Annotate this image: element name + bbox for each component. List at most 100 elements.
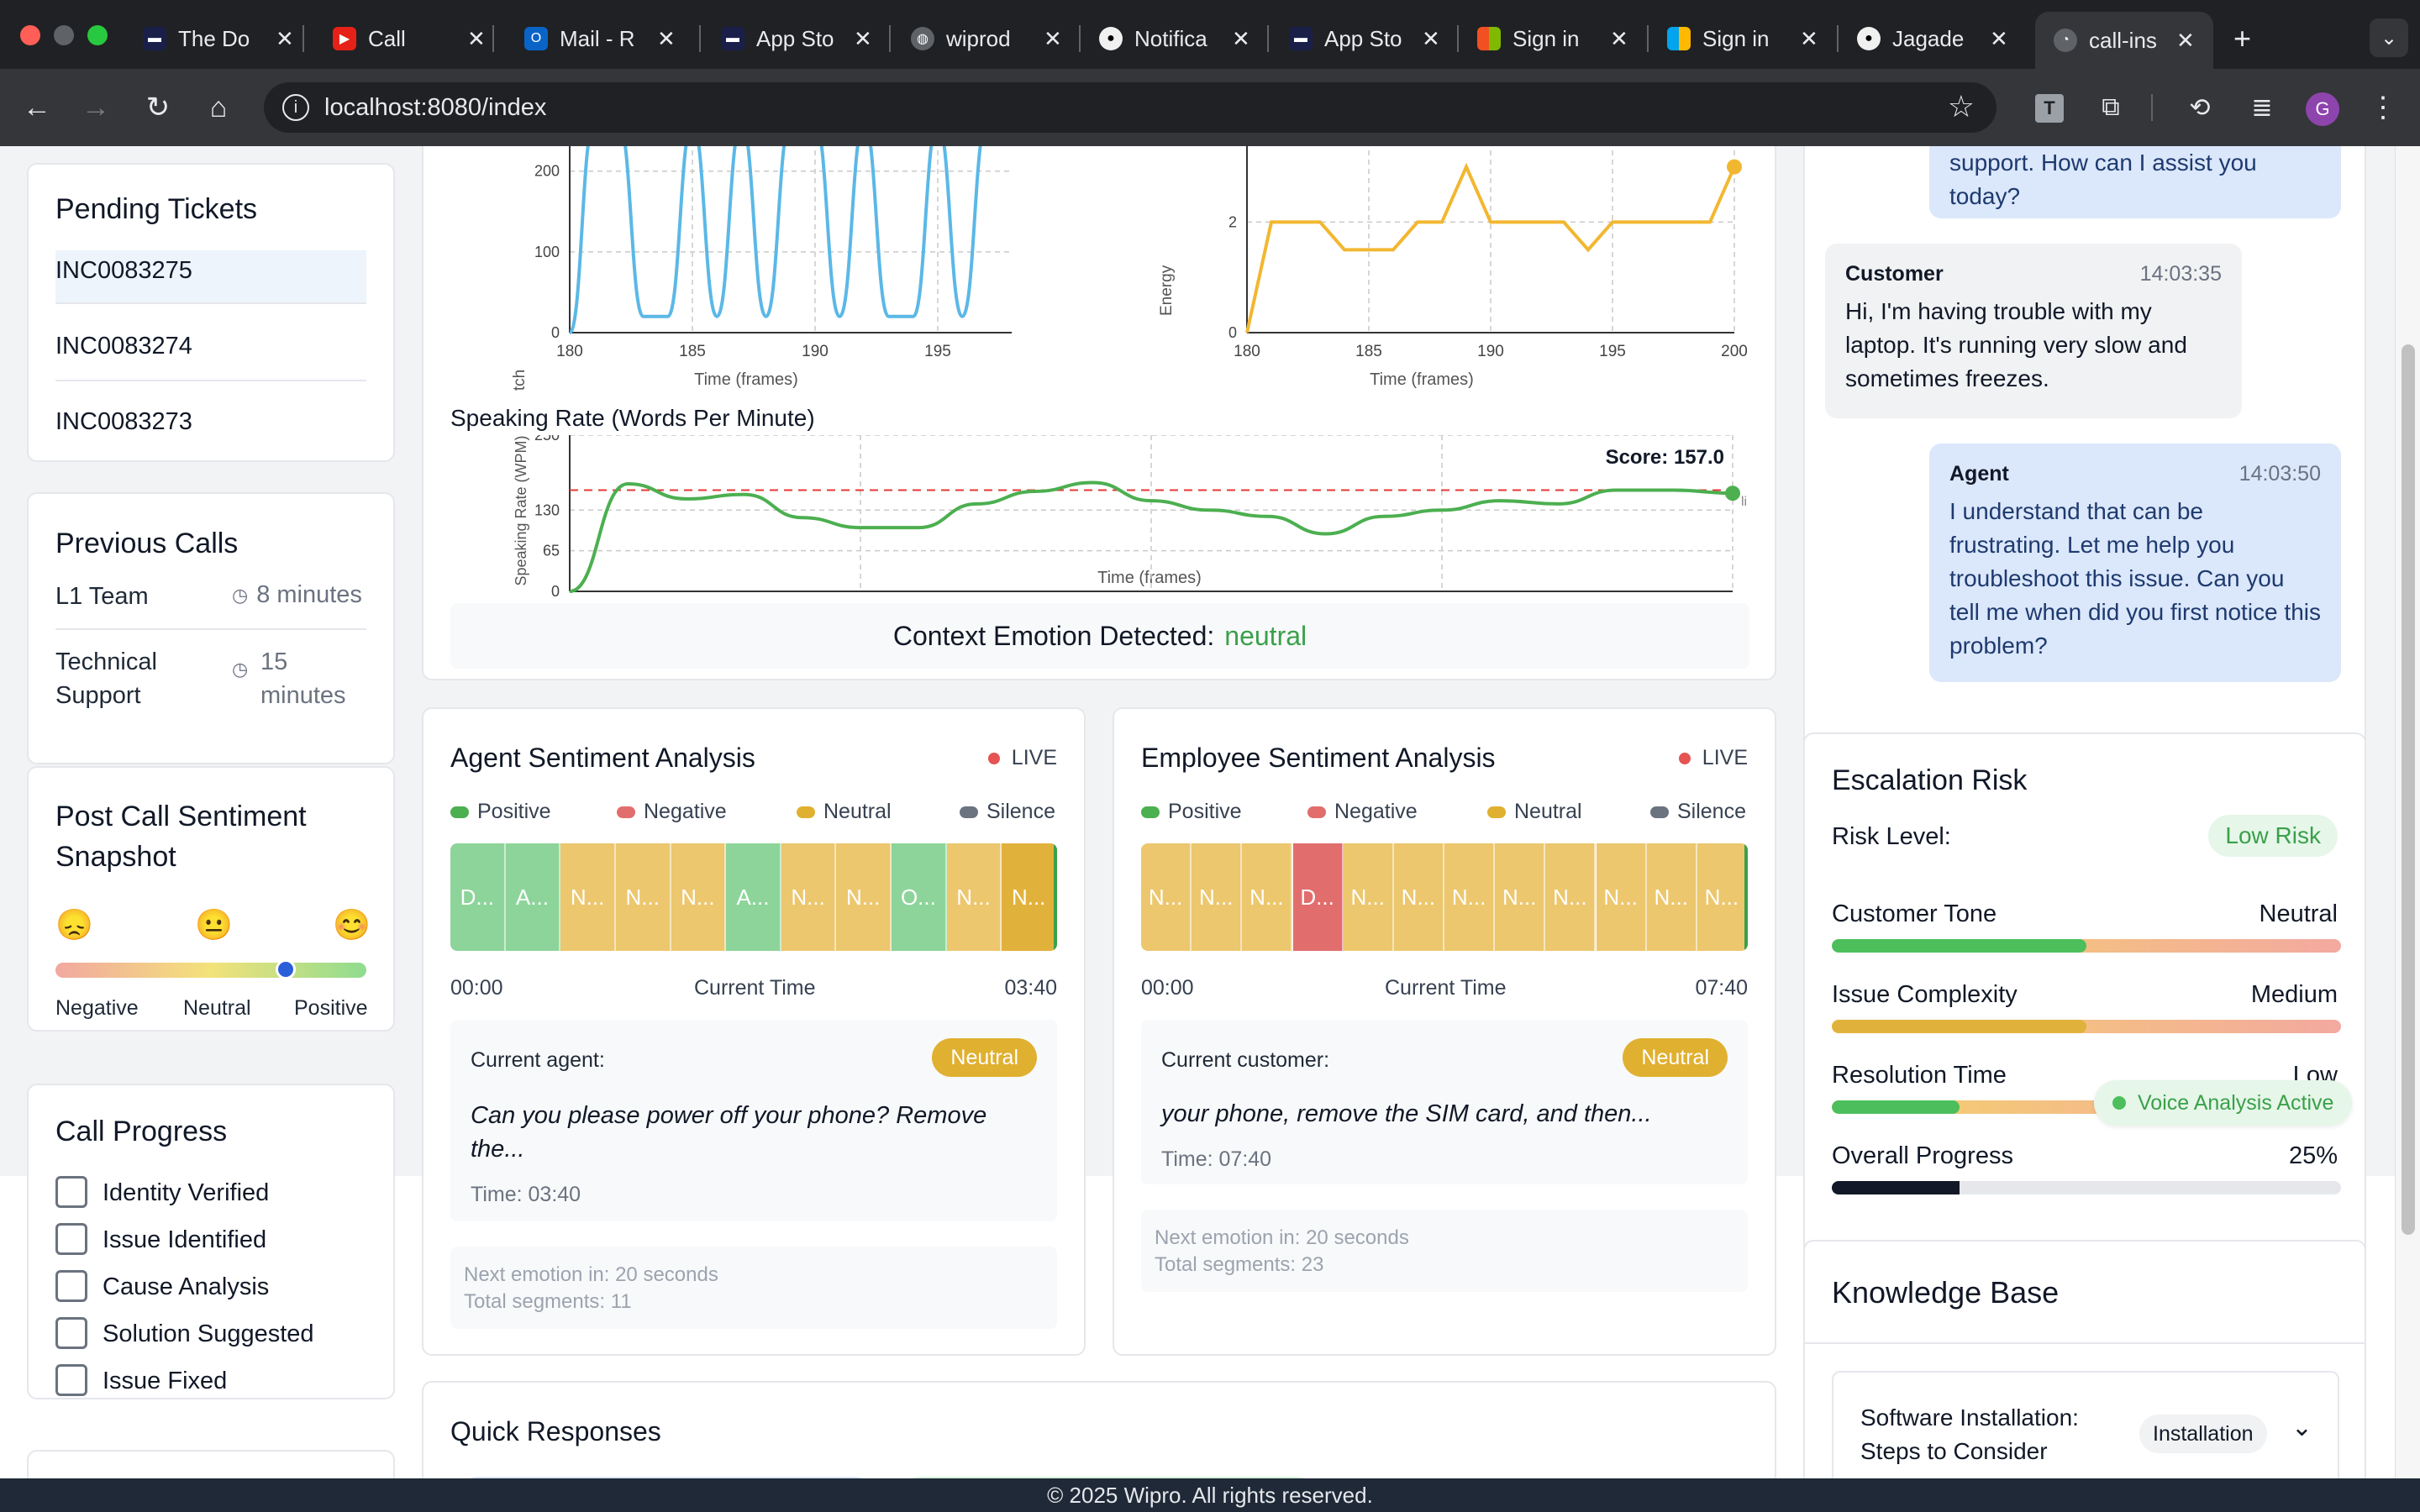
sentiment-legend: Positive Negative Neutral Silence [450, 800, 1055, 825]
timeline-segment[interactable]: N... [1343, 843, 1394, 951]
home-icon[interactable]: ⌂ [198, 87, 239, 128]
current-customer-time: Time: 07:40 [1161, 1147, 1272, 1171]
timeline-segment[interactable]: N... [1697, 843, 1748, 951]
ticket-item[interactable]: INC0083273 [55, 408, 366, 436]
agent-next-emotion-box: Next emotion in: 20 seconds Total segmen… [450, 1247, 1057, 1329]
employee-sentiment-timeline[interactable]: N... N... N... D... N... N... N... N... N... N...… [1141, 843, 1748, 951]
browser-tab[interactable]: O Mail - R ✕ [524, 12, 676, 66]
close-tab-icon[interactable]: ✕ [1422, 26, 1440, 52]
knowledge-base-card: Knowledge Base Software Installation: Ste… [1803, 1240, 2366, 1478]
timeline-segment[interactable]: N... [1002, 843, 1057, 951]
timeline-segment[interactable]: N... [946, 843, 1002, 951]
new-tab-button[interactable]: + [2233, 12, 2251, 66]
close-tab-icon[interactable]: ✕ [854, 26, 872, 52]
browser-tab[interactable]: ▬ App Sto ✕ [721, 12, 872, 66]
page-viewport: Pending Tickets INC0083275 INC0083274 IN… [0, 146, 2420, 1478]
timeline-segment[interactable]: A... [505, 843, 561, 951]
browser-tab[interactable]: ● Notifica ✕ [1099, 12, 1250, 66]
timeline-segment[interactable]: N... [560, 843, 616, 951]
close-tab-icon[interactable]: ✕ [2176, 28, 2195, 54]
timeline-segment[interactable]: D... [1292, 843, 1344, 951]
profile-avatar[interactable]: G [2306, 92, 2339, 126]
address-bar[interactable]: i localhost:8080/index ☆ [264, 82, 1996, 133]
timeline-segment[interactable]: N... [1141, 843, 1192, 951]
scrollbar-thumb[interactable] [2402, 344, 2415, 1235]
close-tab-icon[interactable]: ✕ [1044, 26, 1062, 52]
sentiment-label-neutral: Neutral [183, 996, 251, 1020]
solution-suggested-checkbox[interactable] [55, 1317, 87, 1349]
timeline-start: 00:00 [450, 976, 503, 1000]
close-tab-icon[interactable]: ✕ [1990, 26, 2008, 52]
browser-tab[interactable]: ● Jagade ✕ [1857, 12, 2008, 66]
browser-tab[interactable]: Sign in ✕ [1477, 12, 1628, 66]
page-scrollbar[interactable] [2395, 146, 2420, 1478]
sentiment-label-negative: Negative [55, 996, 139, 1020]
close-tab-icon[interactable]: ✕ [1800, 26, 1818, 52]
extensions-puzzle-icon[interactable]: ⧉ [2091, 87, 2131, 128]
sentiment-label-positive: Positive [294, 996, 368, 1020]
app-favicon-icon: ▬ [1289, 27, 1313, 50]
identity-verified-checkbox[interactable] [55, 1176, 87, 1208]
positive-legend-icon [450, 806, 469, 818]
chevron-down-icon[interactable]: ⌄ [2291, 1413, 2312, 1442]
series-line [568, 146, 982, 334]
knowledge-base-item[interactable]: Software Installation: Steps to Consider … [1832, 1371, 2339, 1478]
series-end-point [1727, 159, 1742, 175]
checkbox-label: Cause Analysis [103, 1273, 270, 1300]
issue-identified-checkbox[interactable] [55, 1223, 87, 1255]
reload-icon[interactable]: ↻ [138, 87, 178, 128]
ticket-item[interactable]: INC0083275 [55, 257, 366, 285]
timeline-end: 03:40 [1004, 976, 1057, 1000]
previous-call-team: Technical Support [55, 648, 157, 709]
timeline-segment[interactable]: D... [450, 843, 506, 951]
timeline-segment[interactable]: N... [1242, 843, 1293, 951]
timeline-segment[interactable]: N... [615, 843, 671, 951]
close-tab-icon[interactable]: ✕ [657, 26, 676, 52]
kebab-menu-icon[interactable]: ⋮ [2363, 87, 2403, 128]
browser-tab[interactable]: ▶ Call ✕ [333, 12, 486, 66]
timeline-segment[interactable]: N... [1393, 843, 1444, 951]
maximize-window-button[interactable] [87, 25, 108, 45]
pending-tickets-card: Pending Tickets INC0083275 INC0083274 IN… [27, 163, 395, 462]
media-queue-icon[interactable]: ≣ [2242, 87, 2282, 128]
current-customer-label: Current customer: [1161, 1048, 1330, 1072]
resolution-time-fill [1832, 1100, 1960, 1114]
timeline-segment[interactable]: N... [1646, 843, 1697, 951]
cause-analysis-checkbox[interactable] [55, 1270, 87, 1302]
forward-arrow-icon[interactable]: → [76, 87, 116, 128]
browser-tab-active[interactable]: ◔ call-ins ✕ [2035, 12, 2213, 69]
minimize-window-button[interactable] [54, 25, 74, 45]
timeline-segment[interactable]: N... [1192, 843, 1243, 951]
timeline-segment[interactable]: N... [1495, 843, 1546, 951]
close-tab-icon[interactable]: ✕ [276, 26, 294, 52]
current-customer-box: Current customer: Neutral your phone, re… [1141, 1020, 1748, 1184]
extension-t-icon[interactable]: T [2035, 94, 2064, 123]
timeline-segment[interactable]: N... [1444, 843, 1496, 951]
back-arrow-icon[interactable]: ← [17, 87, 57, 128]
timeline-segment[interactable]: N... [1545, 843, 1597, 951]
app-favicon-icon: ▬ [143, 27, 166, 50]
score-label: Score: 157.0 [1606, 446, 1724, 469]
timeline-segment[interactable]: N... [836, 843, 892, 951]
ticket-item[interactable]: INC0083274 [55, 333, 366, 360]
close-window-button[interactable] [20, 25, 40, 45]
issue-fixed-checkbox[interactable] [55, 1364, 87, 1396]
site-info-icon[interactable]: i [282, 94, 309, 121]
timeline-segment[interactable]: N... [1596, 843, 1647, 951]
timeline-segment[interactable]: N... [781, 843, 837, 951]
browser-tab[interactable]: ◍ wiprod ✕ [911, 12, 1062, 66]
performance-icon[interactable]: ⟲ [2180, 87, 2220, 128]
tab-search-chevron-icon[interactable]: ⌄ [2370, 18, 2408, 57]
browser-tab[interactable]: Sign in ✕ [1667, 12, 1818, 66]
timeline-segment[interactable]: A... [726, 843, 781, 951]
close-tab-icon[interactable]: ✕ [467, 26, 486, 52]
browser-tab[interactable]: ▬ The Do ✕ [143, 12, 294, 66]
timeline-segment[interactable]: N... [671, 843, 727, 951]
close-tab-icon[interactable]: ✕ [1232, 26, 1250, 52]
y-tick-label: 0 [1228, 324, 1237, 341]
bookmark-star-icon[interactable]: ☆ [1948, 89, 1975, 124]
timeline-segment[interactable]: O... [892, 843, 947, 951]
close-tab-icon[interactable]: ✕ [1610, 26, 1628, 52]
browser-tab[interactable]: ▬ App Sto ✕ [1289, 12, 1440, 66]
agent-sentiment-timeline[interactable]: D... A... N... N... N... A... N... N... O... N...… [450, 843, 1057, 951]
